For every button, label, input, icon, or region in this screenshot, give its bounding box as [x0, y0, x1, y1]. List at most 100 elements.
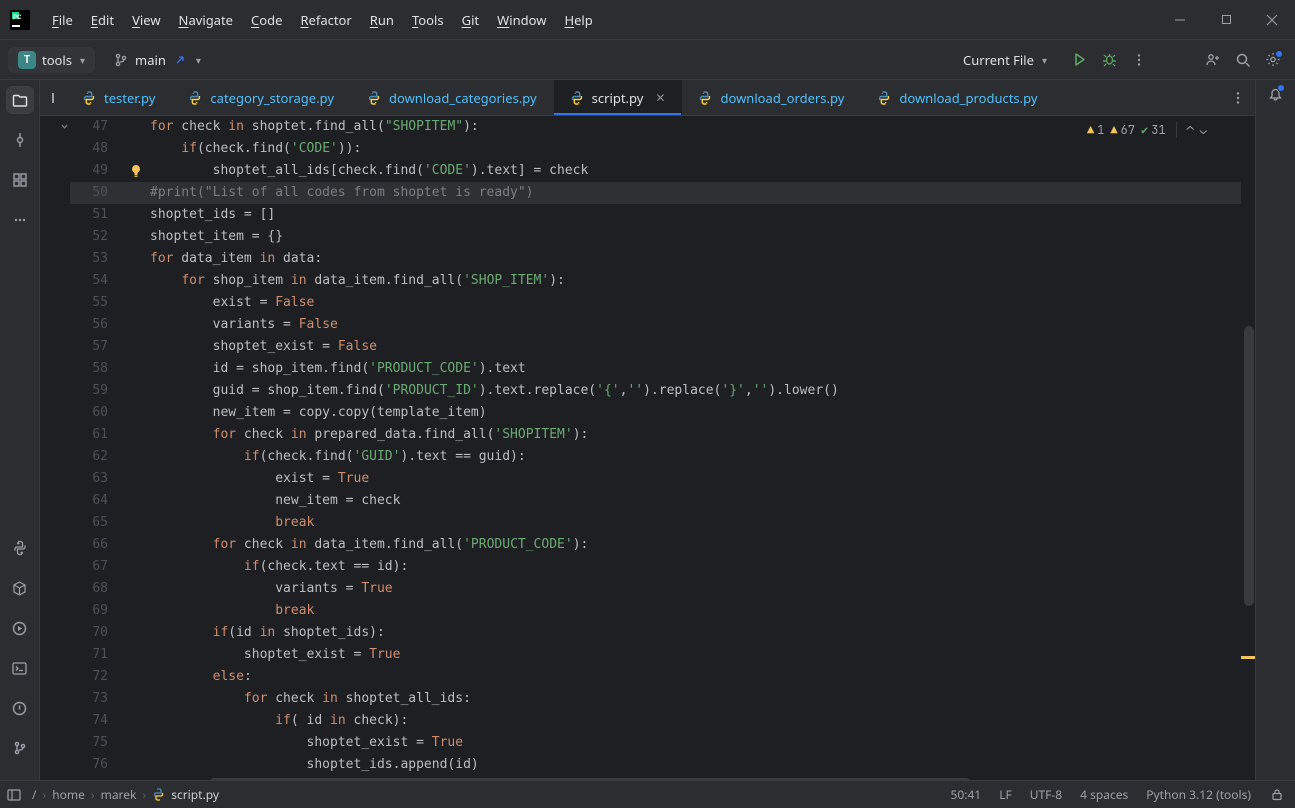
run-config-selector[interactable]: Current File ▾ [953, 47, 1057, 73]
vcs-branch-selector[interactable]: main ▾ [103, 47, 211, 73]
project-selector[interactable]: T tools ▾ [8, 47, 95, 73]
line-separator[interactable]: LF [999, 786, 1012, 803]
code-line[interactable]: 48 if(check.find('CODE')): [70, 138, 1241, 160]
code-line[interactable]: 65 break [70, 512, 1241, 534]
maximize-button[interactable] [1203, 0, 1249, 40]
menu-code[interactable]: Code [243, 7, 290, 33]
structure-tool-button[interactable] [6, 166, 34, 194]
code-line[interactable]: 60 new_item = copy.copy(template_item) [70, 402, 1241, 424]
menu-refactor[interactable]: Refactor [292, 7, 359, 33]
code-line[interactable]: 52shoptet_item = {} [70, 226, 1241, 248]
code-line[interactable]: 69 break [70, 600, 1241, 622]
prev-highlight-button[interactable]: ⌄ [1187, 122, 1194, 138]
breadcrumb-item[interactable]: home [52, 786, 85, 803]
code-line[interactable]: 50#print("List of all codes from shoptet… [70, 182, 1241, 204]
error-stripe[interactable] [1241, 116, 1255, 780]
code-line[interactable]: 75 shoptet_exist = True [70, 732, 1241, 754]
code-line[interactable]: 66 for check in data_item.find_all('PROD… [70, 534, 1241, 556]
vcs-tool-button[interactable] [6, 734, 34, 762]
breakpoint-gutter[interactable] [40, 116, 58, 780]
problems-tool-button[interactable] [6, 694, 34, 722]
code-line[interactable]: 47for check in shoptet.find_all("SHOPITE… [70, 116, 1241, 138]
run-button[interactable] [1071, 52, 1087, 68]
breadcrumbs[interactable]: /› home› marek› script.py [32, 786, 219, 803]
intention-bulb-icon[interactable] [126, 164, 146, 178]
notifications-tool-button[interactable] [1268, 86, 1283, 101]
code-line[interactable]: 74 if( id in check): [70, 710, 1241, 732]
python-file-icon [877, 91, 891, 105]
indent-config[interactable]: 4 spaces [1080, 786, 1128, 803]
project-view-toggle[interactable] [40, 80, 66, 115]
tabs-more-button[interactable] [1221, 80, 1255, 115]
code-line[interactable]: 58 id = shop_item.find('PRODUCT_CODE').t… [70, 358, 1241, 380]
close-button[interactable] [1249, 0, 1295, 40]
code-line[interactable]: 71 shoptet_exist = True [70, 644, 1241, 666]
code-line[interactable]: 57 shoptet_exist = False [70, 336, 1241, 358]
python-file-icon [82, 91, 96, 105]
menu-file[interactable]: File [44, 7, 81, 33]
code-line[interactable]: 54 for shop_item in data_item.find_all('… [70, 270, 1241, 292]
menu-view[interactable]: View [124, 7, 168, 33]
line-number: 73 [70, 688, 126, 710]
code-line[interactable]: 68 variants = True [70, 578, 1241, 600]
code-line[interactable]: 59 guid = shop_item.find('PRODUCT_ID').t… [70, 380, 1241, 402]
fold-gutter[interactable] [58, 116, 70, 780]
horizontal-scrollbar[interactable] [70, 776, 1241, 780]
code-line[interactable]: 64 new_item = check [70, 490, 1241, 512]
editor-tab[interactable]: script.py✕ [554, 80, 683, 115]
interpreter[interactable]: Python 3.12 (tools) [1146, 786, 1251, 803]
editor-tab[interactable]: download_orders.py [682, 80, 861, 115]
menu-git[interactable]: Git [454, 7, 488, 33]
menu-run[interactable]: Run [362, 7, 402, 33]
menu-window[interactable]: Window [489, 7, 554, 33]
code-line[interactable]: 76 shoptet_ids.append(id) [70, 754, 1241, 776]
terminal-tool-button[interactable] [6, 654, 34, 682]
tool-windows-toggle[interactable] [6, 787, 22, 803]
code-line[interactable]: 67 if(check.text == id): [70, 556, 1241, 578]
line-number: 49 [70, 160, 126, 182]
next-highlight-button[interactable]: ⌄ [1200, 122, 1207, 138]
menu-tools[interactable]: Tools [404, 7, 452, 33]
breadcrumb-item[interactable]: script.py [171, 786, 219, 803]
menu-navigate[interactable]: Navigate [171, 7, 241, 33]
code-line[interactable]: 53for data_item in data: [70, 248, 1241, 270]
caret-position[interactable]: 50:41 [951, 786, 982, 803]
search-button[interactable] [1235, 52, 1251, 68]
code-line[interactable]: 73 for check in shoptet_all_ids: [70, 688, 1241, 710]
menu-edit[interactable]: Edit [83, 7, 122, 33]
debug-button[interactable] [1101, 52, 1117, 68]
read-only-toggle[interactable] [1269, 787, 1285, 803]
python-packages-tool-button[interactable] [6, 574, 34, 602]
code-line[interactable]: 62 if(check.find('GUID').text == guid): [70, 446, 1241, 468]
settings-button[interactable] [1265, 52, 1281, 68]
project-tool-button[interactable] [6, 86, 34, 114]
editor-tab[interactable]: download_categories.py [351, 80, 554, 115]
vertical-scrollbar-thumb[interactable] [1244, 326, 1254, 606]
code-line[interactable]: 55 exist = False [70, 292, 1241, 314]
more-actions-button[interactable] [1131, 52, 1147, 68]
branch-icon [113, 52, 129, 68]
more-tools-button[interactable] [6, 206, 34, 234]
close-tab-button[interactable]: ✕ [655, 89, 665, 106]
code-line[interactable]: 72 else: [70, 666, 1241, 688]
python-console-tool-button[interactable] [6, 534, 34, 562]
breadcrumb-item[interactable]: marek [101, 786, 137, 803]
commit-tool-button[interactable] [6, 126, 34, 154]
services-tool-button[interactable] [6, 614, 34, 642]
code-line[interactable]: 70 if(id in shoptet_ids): [70, 622, 1241, 644]
code-with-me-button[interactable] [1205, 52, 1221, 68]
file-encoding[interactable]: UTF-8 [1030, 786, 1062, 803]
editor-tab[interactable]: tester.py [66, 80, 172, 115]
code-editor[interactable]: ▲1 ▲67 ✔31 ⌄ ⌄ 47for check in shoptet.fi… [40, 116, 1255, 780]
menu-help[interactable]: Help [556, 7, 600, 33]
code-line[interactable]: 61 for check in prepared_data.find_all('… [70, 424, 1241, 446]
code-line[interactable]: 51shoptet_ids = [] [70, 204, 1241, 226]
chevron-down-icon: ▾ [1042, 53, 1047, 67]
code-line[interactable]: 56 variants = False [70, 314, 1241, 336]
code-line[interactable]: 63 exist = True [70, 468, 1241, 490]
minimize-button[interactable] [1157, 0, 1203, 40]
editor-tab[interactable]: download_products.py [861, 80, 1054, 115]
inspections-widget[interactable]: ▲1 ▲67 ✔31 ⌄ ⌄ [1087, 122, 1207, 138]
code-line[interactable]: 49 shoptet_all_ids[check.find('CODE').te… [70, 160, 1241, 182]
editor-tab[interactable]: category_storage.py [172, 80, 351, 115]
